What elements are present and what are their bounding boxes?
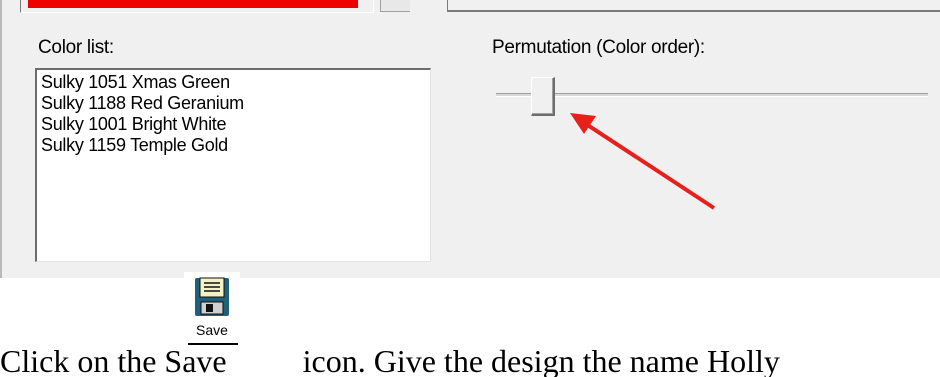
list-item[interactable]: Sulky 1001 Bright White — [41, 114, 426, 135]
list-item[interactable]: Sulky 1188 Red Geranium — [41, 93, 426, 114]
save-icon-underline — [188, 343, 238, 345]
instruction-text: Click on the Save icon. Give the design t… — [0, 330, 940, 377]
permutation-slider-track[interactable] — [496, 93, 928, 97]
palette-dialog: Color list: Permutation (Color order): S… — [0, 0, 940, 278]
swatch-scroll-button[interactable] — [380, 0, 410, 12]
floppy-disk-icon — [195, 277, 229, 316]
instruction-after: icon. Give the design the name Holly — [302, 343, 780, 377]
save-icon-label: Save — [196, 322, 228, 338]
list-item[interactable]: Sulky 1159 Temple Gold — [41, 135, 426, 156]
color-swatch[interactable] — [28, 0, 358, 8]
color-list-label: Color list: — [38, 37, 114, 58]
top-control-strip — [2, 0, 414, 15]
permutation-label: Permutation (Color order): — [492, 37, 705, 58]
color-list[interactable]: Sulky 1051 Xmas Green Sulky 1188 Red Ger… — [35, 68, 431, 262]
permutation-slider-thumb[interactable] — [531, 77, 555, 116]
top-right-panel — [447, 0, 940, 12]
list-item[interactable]: Sulky 1051 Xmas Green — [41, 72, 426, 93]
save-button[interactable]: Save — [184, 272, 240, 350]
